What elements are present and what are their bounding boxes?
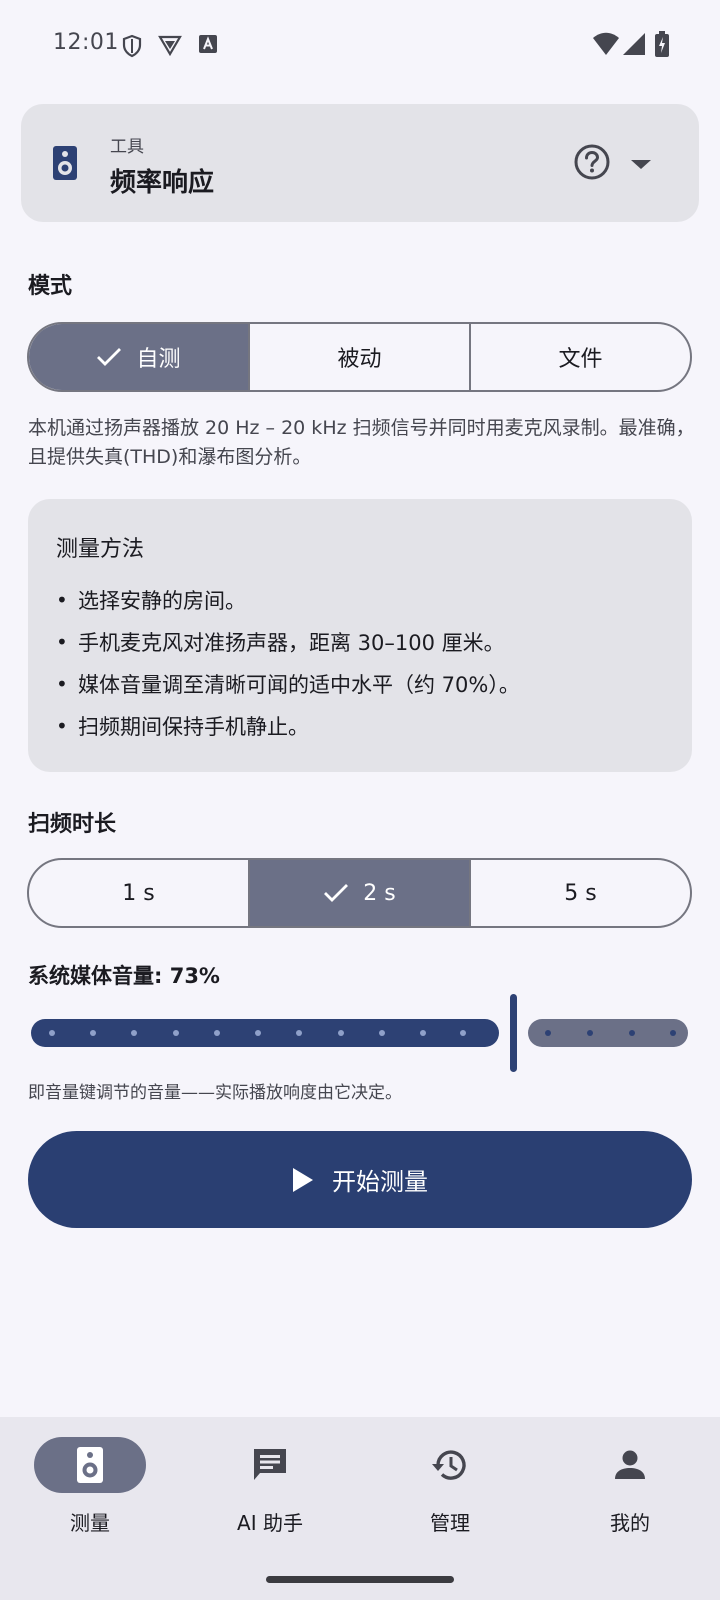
- slider-step-dot: [255, 1030, 261, 1036]
- slider-step-dot: [379, 1030, 385, 1036]
- slider-step-dot: [420, 1030, 426, 1036]
- mode-option-file[interactable]: 文件: [471, 324, 690, 390]
- nav-item-profile[interactable]: 我的: [540, 1437, 720, 1536]
- list-item: • 媒体音量调至清晰可闻的适中水平（约 70%）。: [56, 672, 520, 697]
- volume-slider-inactive-track[interactable]: [528, 1019, 688, 1047]
- slider-step-dot: [460, 1030, 466, 1036]
- nav-label: 管理: [430, 1511, 470, 1535]
- bullet: •: [56, 588, 68, 612]
- slider-step-dot: [545, 1030, 551, 1036]
- nav-item-manage[interactable]: 管理: [360, 1437, 540, 1536]
- slider-step-dot: [131, 1030, 137, 1036]
- slider-step-dot: [173, 1030, 179, 1036]
- nav-active-indicator: [34, 1437, 146, 1493]
- speaker-icon: [53, 146, 77, 180]
- bullet: •: [56, 630, 68, 654]
- slider-step-dot: [338, 1030, 344, 1036]
- slider-step-dot: [90, 1030, 96, 1036]
- nav-label: AI 助手: [237, 1511, 303, 1535]
- help-icon: [574, 144, 610, 180]
- cell-signal-icon: [623, 33, 645, 55]
- help-button[interactable]: [570, 140, 614, 184]
- app-notification-icon: [199, 35, 217, 53]
- start-button-label: 开始测量: [332, 1168, 428, 1196]
- chat-icon: [254, 1449, 286, 1480]
- slider-step-dot: [49, 1030, 55, 1036]
- sweep-option-5s[interactable]: 5 s: [471, 860, 690, 926]
- sweep-option-label: 5 s: [564, 880, 597, 906]
- shield-icon: [122, 34, 142, 58]
- mode-segmented-control: 自测 被动 文件: [27, 322, 692, 392]
- method-card: 测量方法 • 选择安静的房间。 • 手机麦克风对准扬声器，距离 30–100 厘米。…: [28, 499, 692, 772]
- sweep-option-label: 1 s: [122, 880, 155, 906]
- method-title: 测量方法: [56, 537, 145, 562]
- check-icon: [324, 884, 349, 902]
- mode-option-passive[interactable]: 被动: [250, 324, 471, 390]
- home-indicator: [266, 1576, 454, 1583]
- status-time: 12:01: [53, 30, 119, 55]
- mode-option-label: 自测: [136, 347, 181, 372]
- battery-charging-icon: [655, 31, 669, 57]
- mode-option-label: 被动: [337, 347, 382, 372]
- bullet: •: [56, 714, 68, 738]
- list-item: • 选择安静的房间。: [56, 588, 246, 613]
- volume-label: 系统媒体音量: 73%: [28, 964, 220, 988]
- list-item: • 手机麦克风对准扬声器，距离 30–100 厘米。: [56, 630, 505, 655]
- tool-selector-card[interactable]: 工具 频率响应: [21, 104, 699, 222]
- tool-title: 频率响应: [110, 168, 215, 198]
- nav-item-measure[interactable]: 测量: [0, 1437, 180, 1536]
- mode-option-self-test[interactable]: 自测: [29, 324, 250, 390]
- nav-label: 测量: [70, 1511, 110, 1535]
- mode-description: 本机通过扬声器播放 20 Hz – 20 kHz 扫频信号并同时用麦克风录制。最…: [28, 417, 695, 468]
- person-icon: [615, 1450, 645, 1479]
- volume-slider-thumb[interactable]: [510, 994, 517, 1072]
- volume-slider-active-track[interactable]: [31, 1019, 499, 1047]
- sweep-option-label: 2 s: [363, 880, 396, 906]
- slider-step-dot: [214, 1030, 220, 1036]
- nav-item-ai-assistant[interactable]: AI 助手: [180, 1437, 360, 1536]
- dropdown-arrow-icon: [631, 160, 651, 169]
- vpn-shield-icon: [158, 35, 182, 56]
- check-icon: [97, 348, 122, 366]
- play-icon: [293, 1167, 313, 1192]
- method-list: • 选择安静的房间。 • 手机麦克风对准扬声器，距离 30–100 厘米。 • 媒体音…: [56, 579, 520, 747]
- bullet: •: [56, 672, 68, 696]
- speaker-icon: [77, 1447, 103, 1483]
- sweep-label: 扫频时长: [28, 812, 117, 837]
- start-measurement-button[interactable]: 开始测量: [28, 1131, 692, 1228]
- slider-step-dot: [296, 1030, 302, 1036]
- history-icon: [432, 1450, 466, 1480]
- bottom-navigation: 测量 AI 助手 管理 我的: [0, 1417, 720, 1600]
- sweep-option-2s[interactable]: 2 s: [250, 860, 471, 926]
- tool-dropdown-button[interactable]: [619, 142, 663, 186]
- wifi-icon: [593, 32, 619, 55]
- volume-hint: 即音量键调节的音量——实际播放响度由它决定。: [28, 1083, 402, 1103]
- tool-caption: 工具: [110, 137, 144, 157]
- sweep-segmented-control: 1 s 2 s 5 s: [27, 858, 692, 928]
- mode-label: 模式: [28, 274, 73, 299]
- mode-option-label: 文件: [558, 347, 603, 372]
- slider-step-dot: [587, 1030, 593, 1036]
- list-item: • 扫频期间保持手机静止。: [56, 714, 309, 739]
- slider-step-dot: [629, 1030, 635, 1036]
- slider-step-dot: [670, 1030, 676, 1036]
- nav-label: 我的: [610, 1511, 650, 1535]
- sweep-option-1s[interactable]: 1 s: [29, 860, 250, 926]
